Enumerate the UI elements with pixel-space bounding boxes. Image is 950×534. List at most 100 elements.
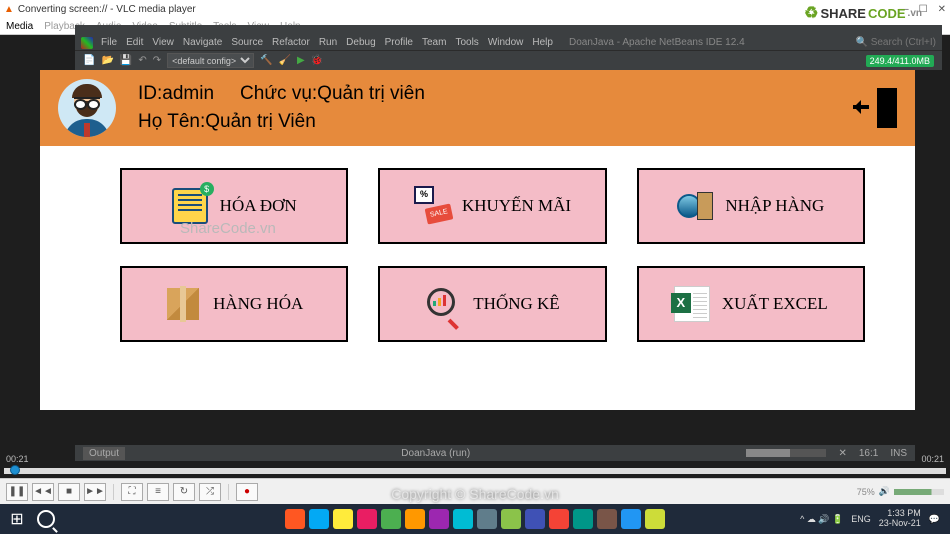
user-avatar-icon [58, 79, 116, 137]
ide-menu-profile[interactable]: Profile [385, 37, 413, 48]
ide-menu-tools[interactable]: Tools [455, 37, 478, 48]
ide-menu-edit[interactable]: Edit [126, 37, 143, 48]
ide-tb-open-icon[interactable]: 📂 [101, 55, 113, 66]
copyright-watermark: Copyright © ShareCode.vn [391, 486, 559, 502]
card-excel[interactable]: XUẤT EXCEL [637, 266, 865, 342]
ide-menu-window[interactable]: Window [488, 37, 524, 48]
vlc-menu-media[interactable]: Media [6, 21, 33, 32]
taskbar-app-1[interactable] [285, 509, 305, 529]
card-stats[interactable]: THỐNG KÊ [378, 266, 606, 342]
vlc-prev-button[interactable]: ◄◄ [32, 483, 54, 501]
box-icon [165, 286, 201, 322]
taskbar-app-15[interactable] [621, 509, 641, 529]
tray-clock[interactable]: 1:33 PM 23-Nov-21 [879, 509, 921, 529]
taskbar-app-13[interactable] [573, 509, 593, 529]
taskbar-app-16[interactable] [645, 509, 665, 529]
vlc-fullscreen-button[interactable]: ⛶ [121, 483, 143, 501]
vlc-shuffle-button[interactable]: ⤮ [199, 483, 221, 501]
tray-icons[interactable]: ^ ☁ 🔊 🔋 [800, 514, 843, 525]
taskbar-pinned-apps [285, 509, 665, 529]
start-button[interactable]: ⊞ [4, 506, 30, 532]
ide-running-task: DoanJava (run) [401, 448, 470, 459]
tray-lang[interactable]: ENG [851, 514, 871, 524]
vlc-cone-icon: ▲ [4, 4, 14, 15]
ide-tb-redo-icon[interactable]: ↷ [153, 55, 161, 66]
windows-taskbar: ⊞ ^ ☁ 🔊 🔋 ENG 1:33 PM 23-Nov-21 💬 [0, 504, 950, 534]
ide-cursor-pos: 16:1 [859, 448, 878, 459]
taskbar-app-8[interactable] [453, 509, 473, 529]
ide-project-title: DoanJava - Apache NetBeans IDE 12.4 [569, 37, 745, 48]
vlc-seek-bar[interactable] [4, 468, 946, 474]
taskbar-app-2[interactable] [309, 509, 329, 529]
taskbar-app-6[interactable] [405, 509, 425, 529]
recycle-icon: ♻ [804, 3, 818, 23]
ide-menu-refactor[interactable]: Refactor [272, 37, 310, 48]
vlc-seek-knob-icon[interactable] [10, 465, 20, 475]
close-button[interactable]: ✕ [938, 4, 946, 15]
separator [113, 484, 114, 500]
separator [228, 484, 229, 500]
vlc-next-button[interactable]: ►► [84, 483, 106, 501]
dashboard-grid: HÓA ĐƠN KHUYẾN MÃI NHẬP HÀNG HÀNG HÓA TH… [120, 168, 865, 342]
user-role-label: Chức vụ:Quản trị viên [240, 80, 425, 109]
vlc-playlist-button[interactable]: ≡ [147, 483, 169, 501]
app-header: ID:admin Chức vụ:Quản trị viên Họ Tên:Qu… [40, 70, 915, 146]
taskbar-app-9[interactable] [477, 509, 497, 529]
taskbar-app-4[interactable] [357, 509, 377, 529]
sharecode-logo: ♻ SHARECODE.vn [804, 3, 922, 23]
ide-tb-undo-icon[interactable]: ↶ [138, 55, 146, 66]
taskbar-app-10[interactable] [501, 509, 521, 529]
card-goods[interactable]: HÀNG HÓA [120, 266, 348, 342]
ide-memory-indicator[interactable]: 249.4/411.0MB [866, 55, 934, 67]
ide-menu-team[interactable]: Team [422, 37, 446, 48]
vlc-record-button[interactable]: ● [236, 483, 258, 501]
vlc-volume-pct: 75% [857, 487, 875, 497]
card-promo[interactable]: KHUYẾN MÃI [378, 168, 606, 244]
ide-output-tab[interactable]: Output [83, 447, 125, 460]
vlc-stop-button[interactable]: ■ [58, 483, 80, 501]
ide-tb-new-icon[interactable]: 📄 [83, 55, 95, 66]
ide-tb-save-icon[interactable]: 💾 [120, 55, 132, 66]
exit-arrow-icon [847, 102, 869, 112]
netbeans-logo-icon [81, 37, 93, 49]
admin-app-window: ID:admin Chức vụ:Quản trị viên Họ Tên:Qu… [40, 70, 915, 410]
taskbar-app-11[interactable] [525, 509, 545, 529]
sale-tag-icon [414, 188, 450, 224]
ide-progress-cancel-icon[interactable]: ✕ [838, 448, 846, 459]
logout-button[interactable] [843, 88, 897, 128]
vlc-play-button[interactable]: ❚❚ [6, 483, 28, 501]
user-name-label: Họ Tên:Quản trị Viên [138, 108, 425, 137]
ide-search-field[interactable]: 🔍 Search (Ctrl+I) [855, 37, 936, 48]
card-stats-label: THỐNG KÊ [473, 294, 559, 314]
taskbar-app-12[interactable] [549, 509, 569, 529]
ide-menu-run[interactable]: Run [319, 37, 337, 48]
ide-menu-debug[interactable]: Debug [346, 37, 375, 48]
ide-menu-file[interactable]: File [101, 37, 117, 48]
speaker-icon[interactable]: 🔊 [879, 486, 890, 497]
vlc-time-total: 00:21 [921, 454, 944, 464]
ide-menu-view[interactable]: View [152, 37, 174, 48]
ide-tb-build-icon[interactable]: 🔨 [260, 55, 272, 66]
taskbar-search-icon[interactable] [37, 510, 55, 528]
card-import-label: NHẬP HÀNG [725, 196, 824, 216]
taskbar-app-3[interactable] [333, 509, 353, 529]
ide-menu-help[interactable]: Help [532, 37, 553, 48]
taskbar-app-7[interactable] [429, 509, 449, 529]
card-import[interactable]: NHẬP HÀNG [637, 168, 865, 244]
card-invoice-label: HÓA ĐƠN [220, 196, 297, 216]
ide-tb-debug-icon[interactable]: 🐞 [311, 55, 323, 66]
card-goods-label: HÀNG HÓA [213, 294, 303, 314]
taskbar-app-5[interactable] [381, 509, 401, 529]
vlc-volume-slider[interactable] [894, 489, 944, 495]
door-icon [877, 88, 897, 128]
ide-menu-source[interactable]: Source [231, 37, 263, 48]
tray-notifications-icon[interactable]: 💬 [929, 514, 940, 525]
ide-menu-navigate[interactable]: Navigate [183, 37, 222, 48]
ide-config-select[interactable]: <default config> [167, 53, 254, 68]
ide-tb-run-icon[interactable]: ▶ [297, 55, 305, 66]
excel-icon [674, 286, 710, 322]
ide-tb-clean-icon[interactable]: 🧹 [279, 55, 291, 66]
vlc-loop-button[interactable]: ↻ [173, 483, 195, 501]
invoice-icon [172, 188, 208, 224]
taskbar-app-14[interactable] [597, 509, 617, 529]
